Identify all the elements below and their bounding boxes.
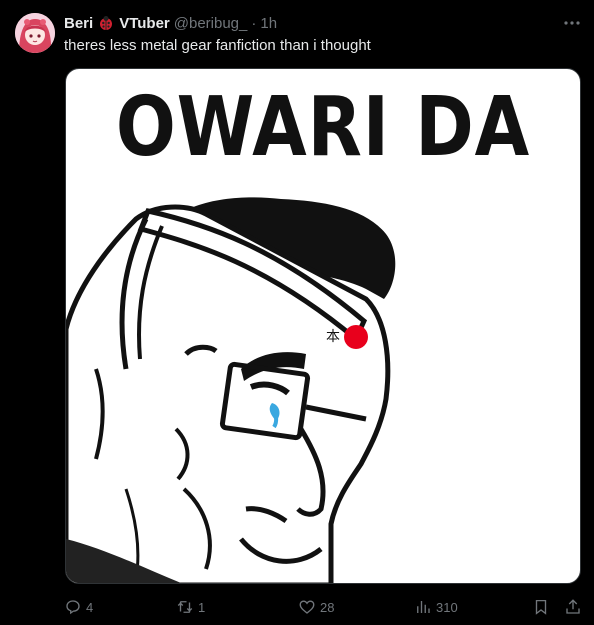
reply-button[interactable]: 4 — [64, 598, 93, 616]
like-button[interactable]: 28 — [298, 598, 334, 616]
repost-button[interactable]: 1 — [176, 598, 205, 616]
repost-icon — [177, 601, 193, 613]
tweet-text: theres less metal gear fanfiction than i… — [64, 37, 371, 54]
heart-icon — [299, 600, 315, 614]
views-icon — [417, 601, 430, 613]
repost-count: 1 — [198, 599, 206, 615]
timestamp[interactable]: 1h — [260, 15, 277, 32]
ladybug-icon — [98, 15, 114, 31]
tweet-header: Beri VTuber @beribug_ · 1h — [64, 13, 554, 33]
headband-kanji: 本 — [326, 329, 340, 345]
views-button[interactable]: 310 — [414, 598, 458, 616]
reply-count: 4 — [86, 599, 94, 615]
bookmark-button[interactable] — [532, 598, 550, 616]
reply-icon — [66, 600, 80, 615]
tweet[interactable]: Beri VTuber @beribug_ · 1h theres less m… — [0, 0, 594, 625]
avatar-image — [15, 13, 55, 53]
tweet-actions: 4 1 28 310 — [64, 596, 580, 618]
tweet-media[interactable]: 本 OWARI DA — [65, 68, 581, 584]
bookmark-icon — [535, 599, 547, 615]
more-icon[interactable] — [562, 14, 582, 32]
avatar[interactable] — [15, 13, 55, 53]
display-name[interactable]: Beri — [64, 15, 93, 32]
user-handle[interactable]: @beribug_ — [174, 15, 248, 32]
display-name-suffix[interactable]: VTuber — [119, 15, 170, 32]
like-count: 28 — [320, 599, 335, 615]
share-button[interactable] — [564, 598, 582, 616]
separator-dot: · — [251, 14, 257, 32]
views-count: 310 — [436, 599, 458, 615]
share-icon — [566, 599, 580, 614]
meme-caption: OWARI DA — [115, 80, 531, 175]
